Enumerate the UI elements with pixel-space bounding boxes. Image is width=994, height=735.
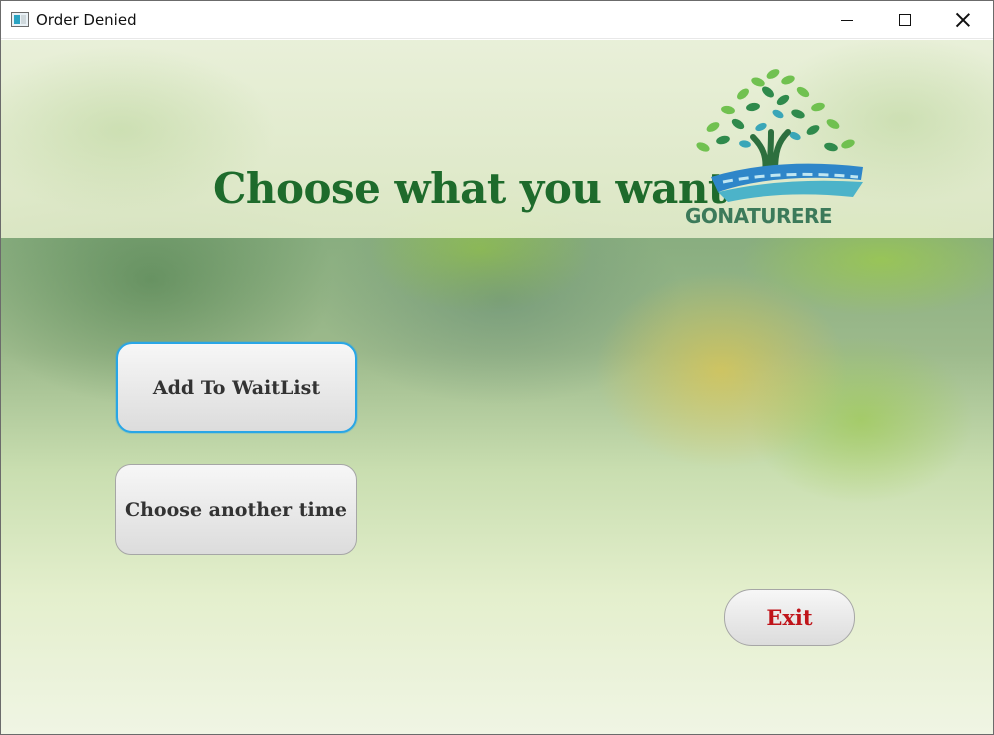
add-to-waitlist-button[interactable]: Add To WaitList bbox=[116, 342, 357, 433]
choose-another-time-button[interactable]: Choose another time bbox=[115, 464, 357, 555]
header-banner: Choose what you want GONATURERE bbox=[1, 40, 993, 238]
maximize-icon bbox=[899, 14, 911, 26]
window-title: Order Denied bbox=[36, 11, 137, 29]
logo-text: GONATURERE bbox=[685, 204, 833, 228]
close-icon bbox=[956, 13, 970, 27]
logo: GONATURERE bbox=[683, 52, 878, 232]
title-bar[interactable]: Order Denied bbox=[1, 1, 993, 39]
app-icon bbox=[11, 12, 29, 27]
background-scene: Choose what you want GONATURERE Add To W… bbox=[1, 40, 993, 734]
app-window: Order Denied Choose what you want GONATU… bbox=[0, 0, 994, 735]
minimize-icon bbox=[841, 19, 853, 21]
tree-logo-icon bbox=[696, 69, 863, 202]
minimize-button[interactable] bbox=[818, 1, 876, 39]
close-button[interactable] bbox=[934, 1, 992, 39]
exit-button[interactable]: Exit bbox=[724, 589, 855, 646]
page-title: Choose what you want bbox=[213, 164, 727, 213]
maximize-button[interactable] bbox=[876, 1, 934, 39]
